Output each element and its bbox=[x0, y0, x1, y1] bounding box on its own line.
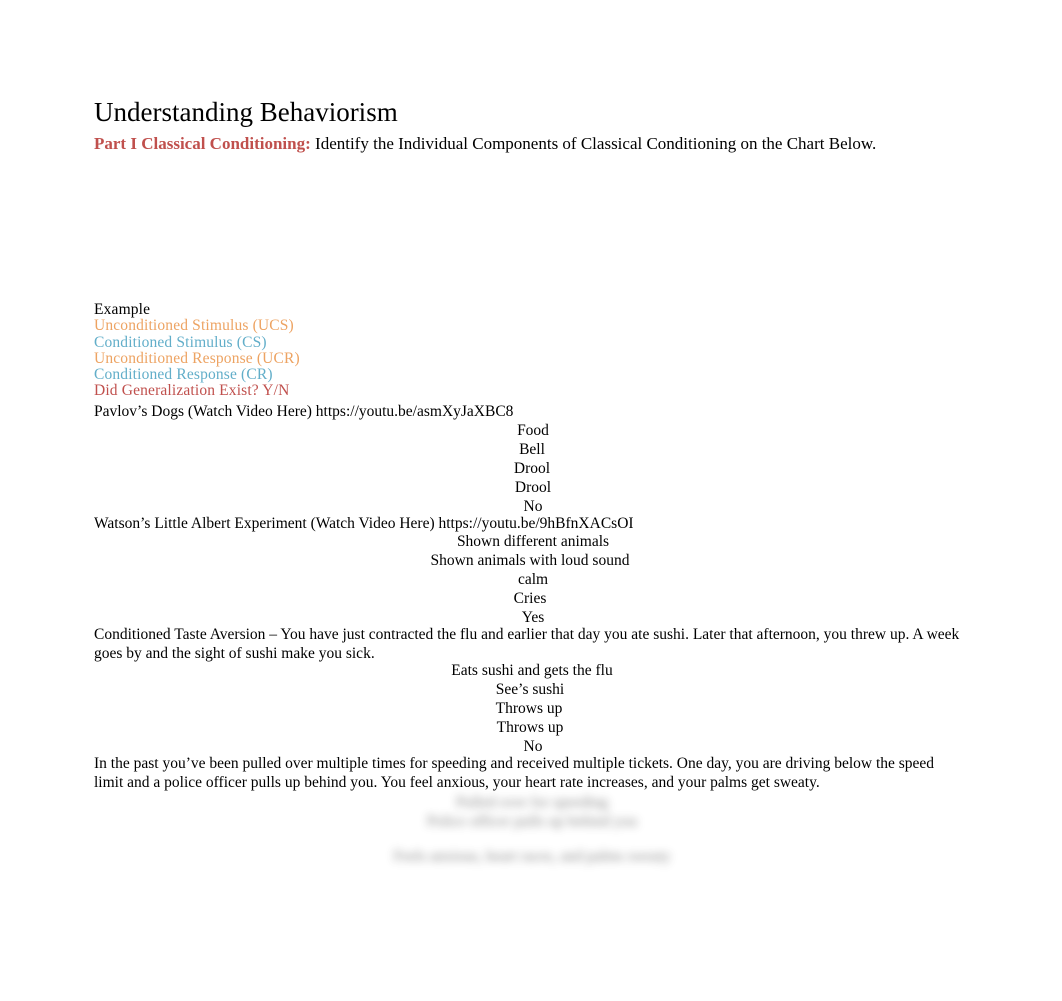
answer-generalization: Yes bbox=[521, 609, 545, 626]
answer-ucs: Eats sushi and gets the flu bbox=[451, 662, 613, 679]
answer-ucr: Drool bbox=[513, 460, 551, 477]
legend-item-conditioned-stimulus: Conditioned Stimulus (CS) bbox=[94, 333, 267, 351]
document-page: Understanding Behaviorism Part I Classic… bbox=[0, 0, 1062, 1001]
instruction-text: Identify the Individual Components of Cl… bbox=[310, 134, 877, 153]
answers-speeding-redacted: Pulled over for speeding Police officer … bbox=[94, 793, 970, 866]
answer-spacer bbox=[94, 831, 970, 847]
answer-cr-redacted: Feels anxious, heart races, and palms sw… bbox=[393, 848, 671, 865]
answer-ucs: Food bbox=[517, 422, 549, 439]
answer-ucr: calm bbox=[517, 571, 549, 588]
part-label: Part I Classical Conditioning: bbox=[94, 134, 311, 153]
answer-ucs: Shown different animals bbox=[456, 533, 610, 550]
answer-cs: See’s sushi bbox=[495, 681, 565, 698]
scenario-heading-speeding: In the past you’ve been pulled over mult… bbox=[94, 755, 935, 791]
legend-item-generalization: Did Generalization Exist? Y/N bbox=[94, 382, 290, 400]
answer-cs: Bell bbox=[519, 441, 545, 458]
answers-watson: Shown different animals Shown animals wi… bbox=[94, 532, 970, 627]
scenario-heading-pavlov: Pavlov’s Dogs (Watch Video Here) https:/… bbox=[94, 403, 514, 420]
answer-generalization: No bbox=[523, 498, 543, 515]
legend-item-unconditioned-stimulus: Unconditioned Stimulus (UCS) bbox=[94, 317, 294, 335]
answer-cr: Throws up bbox=[496, 719, 564, 736]
answer-ucr: Throws up bbox=[495, 700, 563, 717]
scenario-heading-watson: Watson’s Little Albert Experiment (Watch… bbox=[94, 515, 634, 532]
answers-taste-aversion: Eats sushi and gets the flu See’s sushi … bbox=[94, 661, 970, 756]
page-title: Understanding Behaviorism bbox=[94, 97, 398, 127]
legend-item-unconditioned-response: Unconditioned Response (UCR) bbox=[94, 349, 300, 367]
answer-cs-redacted: Police officer pulls up behind you bbox=[426, 813, 638, 830]
answer-ucs-redacted: Pulled over for speeding bbox=[456, 794, 608, 811]
legend-example-label: Example bbox=[94, 301, 151, 318]
scenario-heading-taste-aversion: Conditioned Taste Aversion – You have ju… bbox=[94, 626, 960, 662]
answer-cr: Cries bbox=[513, 590, 547, 607]
answer-cs: Shown animals with loud sound bbox=[430, 552, 630, 569]
answers-pavlov: Food Bell Drool Drool No bbox=[94, 421, 970, 516]
answer-generalization: No bbox=[523, 738, 543, 755]
component-legend: Example Unconditioned Stimulus (UCS) Con… bbox=[94, 301, 594, 400]
answer-cr: Drool bbox=[514, 479, 552, 496]
instruction-line: Part I Classical Conditioning: Identify … bbox=[94, 133, 876, 154]
legend-item-conditioned-response: Conditioned Response (CR) bbox=[94, 366, 273, 384]
